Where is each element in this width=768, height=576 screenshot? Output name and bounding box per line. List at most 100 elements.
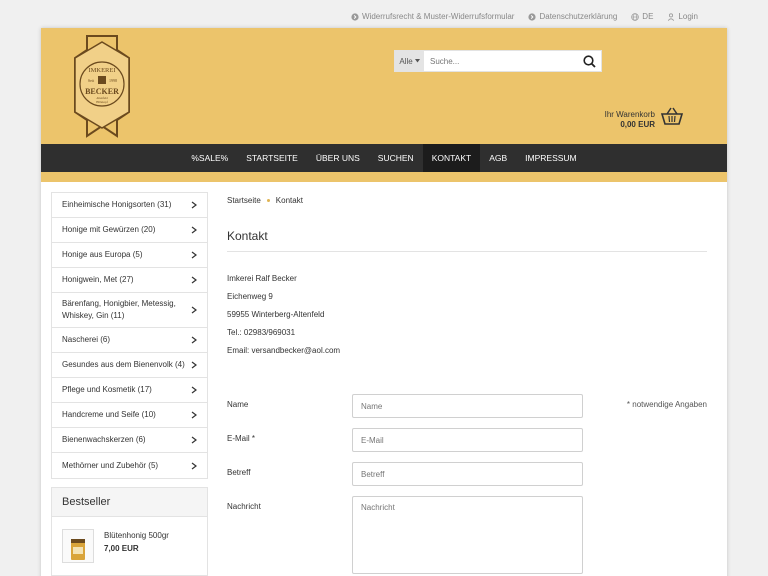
caret-down-icon bbox=[414, 59, 420, 63]
category-label: Honige aus Europa (5) bbox=[62, 250, 143, 259]
category-label: Methörner und Zubehör (5) bbox=[62, 460, 159, 470]
category-item[interactable]: Bärenfang, Honigbier, Metessig, Whiskey,… bbox=[52, 293, 207, 328]
address-line: Email: versandbecker@aol.com bbox=[227, 346, 341, 355]
bestseller-title: Bestseller bbox=[52, 488, 207, 517]
subject-label: Betreff bbox=[227, 468, 251, 477]
category-label: Honigwein, Met (27) bbox=[62, 275, 134, 284]
chevron-right-icon bbox=[191, 462, 197, 469]
page-title: Kontakt bbox=[227, 229, 707, 252]
product-price: 7,00 EUR bbox=[104, 544, 139, 553]
chevron-right-icon bbox=[191, 361, 197, 369]
category-label: Handcreme und Seife (10) bbox=[62, 410, 156, 419]
basket-icon[interactable] bbox=[661, 106, 683, 126]
category-label: Bärenfang, Honigbier, Metessig, Whiskey,… bbox=[62, 299, 176, 320]
product-thumbnail[interactable] bbox=[62, 529, 94, 563]
product-name[interactable]: Blütenhonig 500gr bbox=[104, 531, 169, 540]
sidebar: Einheimische Honigsorten (31) Honige mit… bbox=[51, 192, 208, 576]
logo-text-sub2: Hillekopf bbox=[96, 100, 108, 104]
category-item[interactable]: Einheimische Honigsorten (31) bbox=[52, 193, 207, 218]
search-icon bbox=[582, 54, 596, 68]
category-item[interactable]: Honige aus Europa (5) bbox=[52, 243, 207, 268]
category-label: Pflege und Kosmetik (17) bbox=[62, 385, 152, 394]
withdrawal-label: Widerrufsrecht & Muster-Widerrufsformula… bbox=[361, 12, 515, 21]
language-selector[interactable]: DE bbox=[631, 12, 653, 21]
email-field[interactable] bbox=[352, 428, 583, 452]
message-label: Nachricht bbox=[227, 502, 261, 511]
language-label: DE bbox=[642, 12, 654, 21]
subject-field[interactable] bbox=[352, 462, 583, 486]
search-button[interactable] bbox=[577, 51, 601, 71]
nav-item-terms[interactable]: AGB bbox=[480, 144, 516, 172]
breadcrumb-home[interactable]: Startseite bbox=[227, 196, 261, 205]
nav-item-about[interactable]: ÜBER UNS bbox=[307, 144, 369, 172]
breadcrumb-current: Kontakt bbox=[275, 196, 303, 205]
email-label: E-Mail * bbox=[227, 434, 256, 443]
withdrawal-link[interactable]: Widerrufsrecht & Muster-Widerrufsformula… bbox=[351, 12, 514, 21]
chevron-right-icon bbox=[191, 336, 197, 344]
search-input[interactable] bbox=[424, 51, 577, 71]
honey-jar-image bbox=[71, 539, 85, 560]
category-item[interactable]: Bienenwachskerzen (6) bbox=[52, 428, 207, 453]
top-utility-bar: Widerrufsrecht & Muster-Widerrufsformula… bbox=[351, 12, 698, 21]
category-list: Einheimische Honigsorten (31) Honige mit… bbox=[51, 192, 208, 479]
required-note: * notwendige Angaben bbox=[626, 400, 707, 409]
cart-sum: 0,00 EUR bbox=[620, 120, 655, 129]
category-item[interactable]: Gesundes aus dem Bienenvolk (4) bbox=[52, 353, 207, 378]
privacy-label: Datenschutzerklärung bbox=[539, 12, 618, 21]
nav-item-imprint[interactable]: IMPRESSUM bbox=[516, 144, 585, 172]
contact-form: * notwendige Angaben Name E-Mail * Betre… bbox=[227, 394, 707, 574]
category-item[interactable]: Methörner und Zubehör (5) bbox=[52, 453, 207, 478]
logo-text-line1: IMKEREI bbox=[88, 67, 115, 74]
cart-label: Ihr Warenkorb bbox=[604, 110, 655, 119]
chevron-right-icon bbox=[191, 251, 197, 259]
privacy-link[interactable]: Datenschutzerklärung bbox=[528, 12, 617, 21]
chevron-circle-icon bbox=[351, 12, 359, 21]
category-item[interactable]: Nascherei (6) bbox=[52, 328, 207, 353]
logo-text-since: Seit bbox=[88, 78, 95, 83]
shop-logo[interactable]: IMKEREI Seit 1998 BECKER Altenfeld Hille… bbox=[69, 34, 135, 138]
nav-item-home[interactable]: STARTSEITE bbox=[237, 144, 307, 172]
chevron-right-icon bbox=[191, 226, 197, 234]
header-accent-strip bbox=[41, 172, 727, 182]
chevron-right-icon bbox=[191, 201, 197, 209]
chevron-right-icon bbox=[191, 411, 197, 419]
logo-text-year: 1998 bbox=[109, 78, 117, 83]
logo-text-name: BECKER bbox=[85, 87, 119, 96]
address-line: Tel.: 02983/969031 bbox=[227, 328, 296, 337]
search-category-select[interactable]: Alle bbox=[395, 51, 424, 71]
bestseller-item[interactable]: Blütenhonig 500gr 7,00 EUR bbox=[52, 517, 207, 575]
chevron-right-icon bbox=[191, 436, 197, 444]
category-item[interactable]: Honigwein, Met (27) bbox=[52, 268, 207, 293]
message-field[interactable] bbox=[352, 496, 583, 574]
login-link[interactable]: Login bbox=[667, 12, 698, 21]
category-label: Honige mit Gewürzen (20) bbox=[62, 225, 156, 234]
nav-item-contact[interactable]: KONTAKT bbox=[422, 144, 481, 172]
cart-summary[interactable]: Ihr Warenkorb 0,00 EUR bbox=[605, 110, 655, 130]
address-line: Imkerei Ralf Becker bbox=[227, 274, 297, 283]
category-label: Einheimische Honigsorten (31) bbox=[62, 200, 172, 209]
name-field[interactable] bbox=[352, 394, 583, 418]
category-item[interactable]: Handcreme und Seife (10) bbox=[52, 403, 207, 428]
category-label: Bienenwachskerzen (6) bbox=[62, 435, 146, 444]
site-header: IMKEREI Seit 1998 BECKER Altenfeld Hille… bbox=[41, 28, 727, 144]
main-content: Startseite Kontakt Kontakt Imkerei Ralf … bbox=[227, 192, 707, 576]
category-label: Nascherei (6) bbox=[62, 335, 111, 344]
category-item[interactable]: Pflege und Kosmetik (17) bbox=[52, 378, 207, 403]
address-line: Eichenweg 9 bbox=[227, 292, 273, 301]
category-label: Gesundes aus dem Bienenvolk (4) bbox=[62, 360, 185, 369]
bestseller-box: Bestseller Blütenhonig 500gr 7,00 EUR bbox=[51, 487, 208, 576]
chevron-circle-icon bbox=[528, 12, 537, 21]
form-row-message: Nachricht bbox=[227, 496, 707, 574]
login-label: Login bbox=[678, 12, 698, 21]
nav-item-sale[interactable]: %SALE% bbox=[182, 144, 237, 172]
contact-address: Imkerei Ralf Becker Eichenweg 9 59955 Wi… bbox=[227, 270, 707, 360]
nav-item-search[interactable]: SUCHEN bbox=[369, 144, 423, 172]
category-item[interactable]: Honige mit Gewürzen (20) bbox=[52, 218, 207, 243]
breadcrumb: Startseite Kontakt bbox=[227, 196, 707, 205]
user-icon bbox=[668, 12, 675, 21]
form-row-subject: Betreff bbox=[227, 462, 707, 486]
chevron-right-icon bbox=[191, 306, 197, 314]
name-label: Name bbox=[227, 400, 249, 409]
chevron-right-icon bbox=[191, 386, 197, 394]
main-nav: %SALE% STARTSEITE ÜBER UNS SUCHEN KONTAK… bbox=[41, 144, 727, 172]
